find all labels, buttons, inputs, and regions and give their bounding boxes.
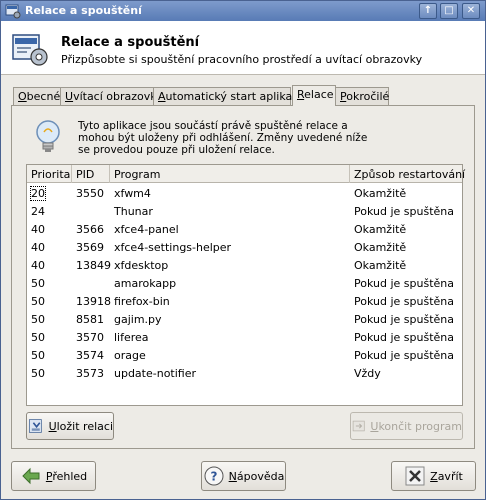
cell-priority: 50: [31, 349, 45, 362]
cell-restart: Vždy: [354, 367, 381, 380]
overview-button[interactable]: Přehled: [11, 461, 96, 491]
help-icon: ?: [204, 466, 224, 486]
table-row[interactable]: 24 Thunar Pokud je spuštěna: [27, 202, 462, 220]
cell-restart: Pokud je spuštěna: [354, 205, 454, 218]
cell-priority: 40: [31, 223, 45, 236]
cell-restart: Pokud je spuštěna: [354, 277, 454, 290]
cell-program: gajim.py: [114, 313, 162, 326]
cell-restart: Pokud je spuštěna: [354, 349, 454, 362]
cell-pid: 3570: [76, 331, 104, 344]
cell-program: orage: [114, 349, 146, 362]
close-button[interactable]: Zavřít: [391, 461, 476, 491]
table-header: Priorita PID Program Způsob restartování: [27, 165, 465, 183]
session-panel: Tyto aplikace jsou součástí právě spuště…: [11, 105, 475, 449]
cell-program: xfdesktop: [114, 259, 169, 272]
minimize-icon[interactable]: □: [440, 3, 458, 19]
cell-program: amarokapp: [114, 277, 177, 290]
cell-restart: Okamžitě: [354, 241, 407, 254]
table-row[interactable]: 20 3550 xfwm4 Okamžitě: [27, 184, 462, 202]
maximize-up-icon[interactable]: ↑: [419, 3, 437, 19]
window-title: Relace a spouštění: [25, 4, 142, 17]
session-info-text: Tyto aplikace jsou součástí právě spuště…: [78, 120, 368, 156]
column-priority[interactable]: Priorita: [27, 165, 72, 183]
cell-priority: 40: [31, 241, 45, 254]
cell-priority: 50: [31, 367, 45, 380]
cell-pid: 3573: [76, 367, 104, 380]
table-row[interactable]: 50 8581 gajim.py Pokud je spuštěna: [27, 310, 462, 328]
kill-program-icon: [352, 420, 365, 432]
cell-restart: Pokud je spuštěna: [354, 331, 454, 344]
cell-restart: Okamžitě: [354, 187, 407, 200]
column-pid[interactable]: PID: [72, 165, 110, 183]
app-icon: [5, 4, 21, 19]
close-window-icon[interactable]: ✕: [462, 3, 480, 19]
help-button[interactable]: ? Nápověda: [201, 461, 286, 491]
table-row[interactable]: 50 13918 firefox-bin Pokud je spuštěna: [27, 292, 462, 310]
svg-text:?: ?: [210, 470, 217, 484]
session-startup-window: Relace a spouštění ↑ □ ✕ Relace a spoušt…: [0, 0, 486, 500]
tab-autostart[interactable]: Automatický start aplikace: [153, 87, 305, 105]
tab-session[interactable]: Relace: [292, 85, 336, 106]
cell-pid: 8581: [76, 313, 104, 326]
cell-priority: 50: [31, 313, 45, 326]
table-row[interactable]: 50 3574 orage Pokud je spuštěna: [27, 346, 462, 364]
cell-pid: 13918: [76, 295, 111, 308]
cell-restart: Okamžitě: [354, 259, 407, 272]
cell-pid: 13849: [76, 259, 111, 272]
header-title: Relace a spouštění: [61, 35, 200, 50]
header-subtitle: Přizpůsobte si spouštění pracovního pros…: [61, 53, 423, 66]
table-row[interactable]: 40 3569 xfce4-settings-helper Okamžitě: [27, 238, 462, 256]
cell-program: xfce4-settings-helper: [114, 241, 232, 254]
title-bar[interactable]: Relace a spouštění ↑ □ ✕: [1, 1, 485, 21]
column-program[interactable]: Program: [110, 165, 350, 183]
cell-priority: 50: [31, 277, 45, 290]
table-row[interactable]: 40 3566 xfce4-panel Okamžitě: [27, 220, 462, 238]
arrow-left-icon: [22, 467, 40, 485]
tab-splash-screen[interactable]: Uvítací obrazovka: [60, 87, 163, 105]
save-session-icon: [28, 419, 42, 433]
save-session-button[interactable]: Uložit relaci: [26, 412, 114, 440]
cell-program: update-notifier: [114, 367, 197, 380]
tab-advanced[interactable]: Pokročilé: [335, 87, 389, 105]
cell-priority: 24: [31, 205, 45, 218]
table-row[interactable]: 40 13849 xfdesktop Okamžitě: [27, 256, 462, 274]
cell-pid: 3569: [76, 241, 104, 254]
lightbulb-icon: [36, 120, 60, 152]
tab-general[interactable]: Obecné: [13, 87, 61, 105]
cell-pid: 3550: [76, 187, 104, 200]
session-settings-icon: [12, 34, 48, 66]
table-row[interactable]: 50 3573 update-notifier Vždy: [27, 364, 462, 382]
cell-program: liferea: [114, 331, 149, 344]
cell-priority: 20: [30, 186, 46, 201]
cell-program: xfce4-panel: [114, 223, 179, 236]
cell-priority: 40: [31, 259, 45, 272]
cell-restart: Okamžitě: [354, 223, 407, 236]
kill-program-button[interactable]: Ukončit program: [350, 412, 463, 440]
cell-priority: 50: [31, 331, 45, 344]
header: Relace a spouštění Přizpůsobte si spoušt…: [1, 21, 485, 75]
table-row[interactable]: 50 3570 liferea Pokud je spuštěna: [27, 328, 462, 346]
cell-restart: Pokud je spuštěna: [354, 313, 454, 326]
cell-program: xfwm4: [114, 187, 151, 200]
session-table[interactable]: Priorita PID Program Způsob restartování…: [26, 164, 465, 406]
cell-program: firefox-bin: [114, 295, 170, 308]
cell-priority: 50: [31, 295, 45, 308]
cell-pid: 3574: [76, 349, 104, 362]
cell-pid: 3566: [76, 223, 104, 236]
column-restart-style[interactable]: Způsob restartování: [350, 165, 465, 183]
cell-program: Thunar: [114, 205, 153, 218]
close-icon: [405, 466, 425, 486]
cell-restart: Pokud je spuštěna: [354, 295, 454, 308]
table-row[interactable]: 50 amarokapp Pokud je spuštěna: [27, 274, 462, 292]
